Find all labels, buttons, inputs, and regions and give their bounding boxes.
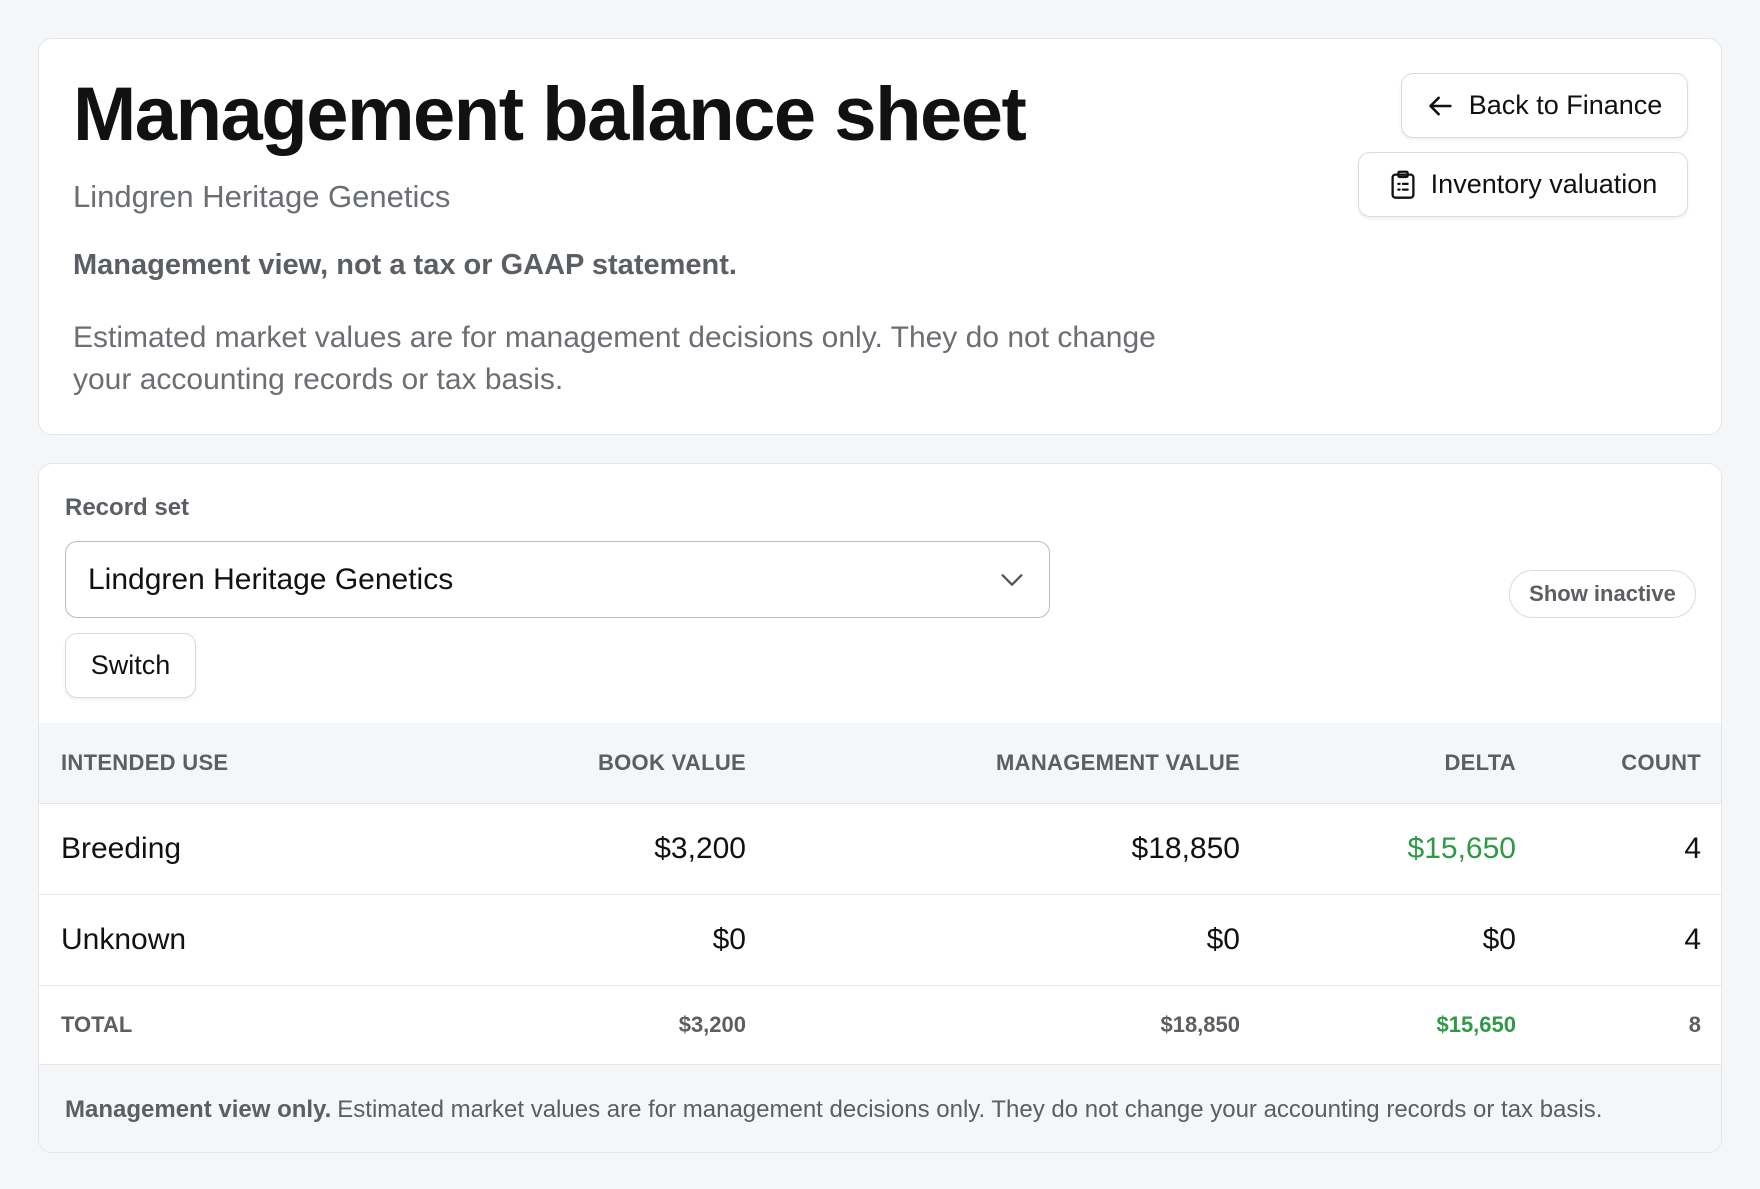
cell-management-value: $18,850 <box>746 803 1240 895</box>
table-header-row: Intended use Book value Management value… <box>39 723 1721 804</box>
record-set-label: Record set <box>65 494 190 521</box>
record-set-selected: Lindgren Heritage Genetics <box>88 562 454 596</box>
table-row: Breeding $3,200 $18,850 $15,650 4 <box>39 803 1721 895</box>
chevron-down-icon <box>997 566 1027 602</box>
disclaimer-text: Estimated market values are for manageme… <box>73 321 1156 396</box>
cell-management-value: $0 <box>746 894 1240 986</box>
total-delta: $15,650 <box>1240 985 1516 1066</box>
arrow-left-icon <box>1427 92 1455 120</box>
cell-book-value: $0 <box>437 894 746 986</box>
cell-count: 4 <box>1516 803 1721 895</box>
column-header-delta: Delta <box>1240 723 1516 804</box>
header-card: Management balance sheet Lindgren Herita… <box>38 38 1722 435</box>
column-header-intended-use: Intended use <box>39 723 437 804</box>
column-header-management-value: Management value <box>746 723 1240 804</box>
cell-count: 4 <box>1516 894 1721 986</box>
show-inactive-toggle[interactable]: Show inactive <box>1509 570 1696 618</box>
column-header-count: Count <box>1516 723 1721 804</box>
balance-table: Intended use Book value Management value… <box>39 723 1721 1066</box>
cell-book-value: $3,200 <box>437 803 746 895</box>
disclaimer-heading: Management view, not a tax or GAAP state… <box>73 249 737 281</box>
footer-disclaimer-text: Estimated market values are for manageme… <box>337 1095 1603 1123</box>
record-set-select[interactable]: Lindgren Heritage Genetics <box>65 541 1050 618</box>
total-count: 8 <box>1516 985 1721 1066</box>
total-label: TOTAL <box>39 985 437 1066</box>
org-name: Lindgren Heritage Genetics <box>73 179 451 214</box>
table-total-row: TOTAL $3,200 $18,850 $15,650 8 <box>39 985 1721 1066</box>
inventory-valuation-label: Inventory valuation <box>1430 169 1658 199</box>
cell-delta: $0 <box>1240 894 1516 986</box>
inventory-valuation-button[interactable]: Inventory valuation <box>1358 152 1688 217</box>
total-management-value: $18,850 <box>746 985 1240 1066</box>
footer-disclaimer: Management view only. Estimated market v… <box>39 1065 1721 1152</box>
column-header-book-value: Book value <box>437 723 746 804</box>
cell-delta: $15,650 <box>1240 803 1516 895</box>
clipboard-icon <box>1389 170 1417 200</box>
switch-button[interactable]: Switch <box>65 633 196 698</box>
table-row: Unknown $0 $0 $0 4 <box>39 894 1721 986</box>
cell-intended-use: Unknown <box>39 894 437 986</box>
total-book-value: $3,200 <box>437 985 746 1066</box>
balance-sheet-card: Record set Lindgren Heritage Genetics Sw… <box>38 463 1722 1153</box>
back-to-finance-button[interactable]: Back to Finance <box>1401 73 1688 138</box>
page-title: Management balance sheet <box>73 72 1027 157</box>
footer-disclaimer-bold: Management view only. <box>65 1095 332 1123</box>
cell-intended-use: Breeding <box>39 803 437 895</box>
back-to-finance-label: Back to Finance <box>1468 90 1663 120</box>
